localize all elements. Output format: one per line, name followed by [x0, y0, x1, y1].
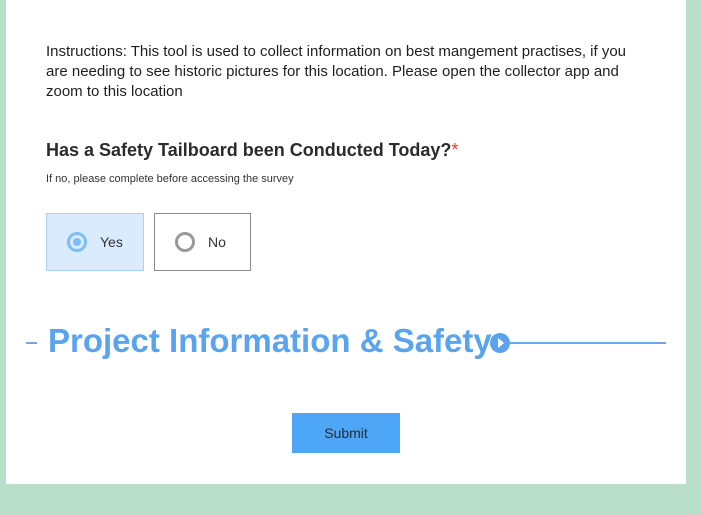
option-yes-label: Yes — [100, 234, 123, 250]
play-circle-icon[interactable] — [490, 333, 510, 353]
option-no-label: No — [208, 234, 226, 250]
radio-unchecked-icon[interactable] — [175, 232, 195, 252]
question-hint: If no, please complete before accessing … — [46, 173, 294, 185]
section-divider-right — [510, 342, 666, 344]
required-mark: * — [451, 140, 459, 160]
submit-button[interactable]: Submit — [292, 413, 400, 453]
option-no[interactable]: No — [154, 213, 251, 271]
option-yes[interactable]: Yes — [46, 213, 144, 271]
section-header[interactable]: Project Information & Safety — [26, 320, 666, 366]
section-title: Project Information & Safety — [48, 322, 492, 359]
question-label: Has a Safety Tailboard been Conducted To… — [46, 140, 458, 161]
instructions-text: Instructions: This tool is used to colle… — [46, 43, 627, 100]
radio-checked-icon[interactable] — [67, 232, 87, 252]
survey-card: Instructions: This tool is used to colle… — [6, 0, 686, 484]
section-divider-left — [26, 342, 37, 344]
question-text: Has a Safety Tailboard been Conducted To… — [46, 140, 452, 160]
